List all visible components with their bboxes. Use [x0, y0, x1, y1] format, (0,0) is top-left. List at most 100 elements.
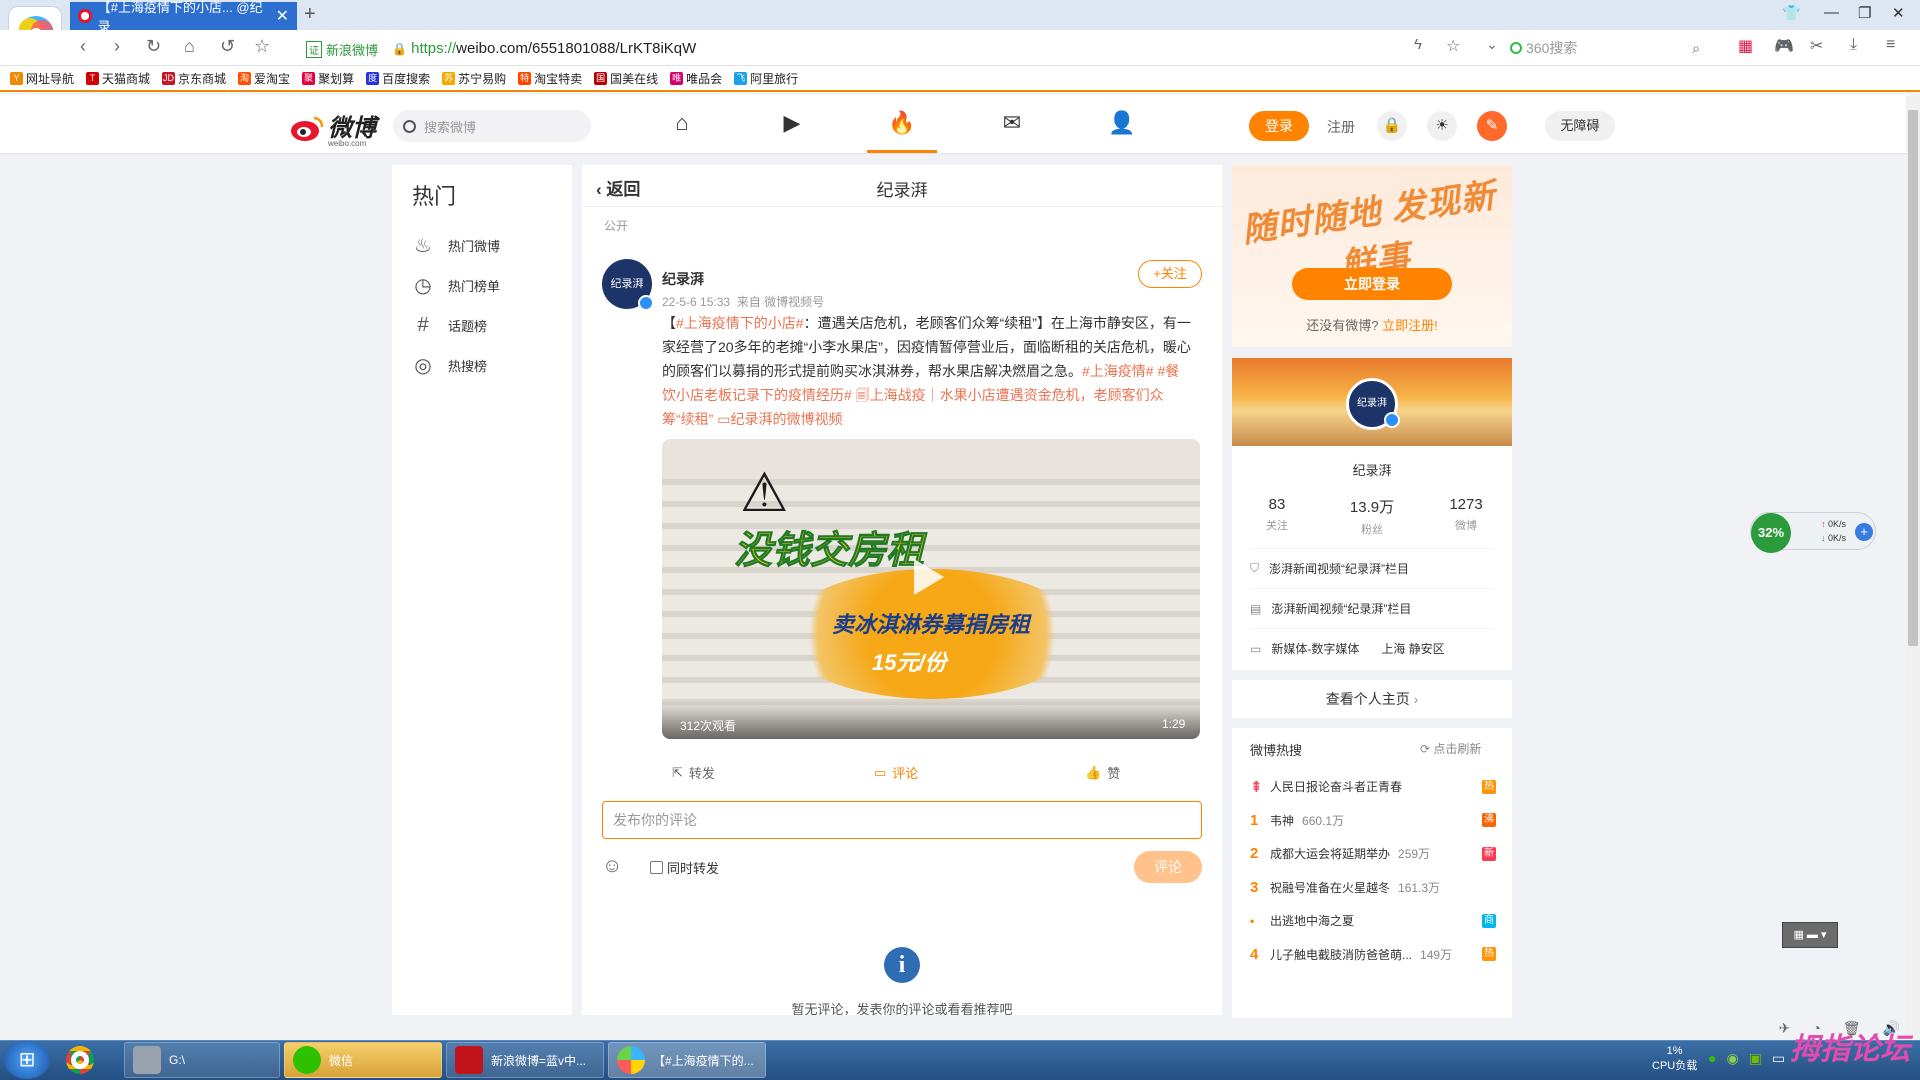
network-monitor-widget[interactable]: 32% ↑ 0K/s ↓ 0K/s +	[1750, 512, 1876, 553]
nav-home-icon[interactable]: ⌂	[664, 110, 700, 140]
close-window-icon[interactable]: ✕	[1892, 4, 1905, 22]
post-link[interactable]: #上海疫情下的小店#	[676, 315, 804, 331]
menu-icon[interactable]: ≡	[1886, 36, 1895, 54]
bookmark-item[interactable]: 苏苏宁易购	[442, 70, 506, 87]
taskbar-item-wechat[interactable]: 微信	[284, 1042, 442, 1078]
repost-button[interactable]: ⇱ 转发	[672, 763, 715, 782]
forward-arrow-icon[interactable]: ›	[114, 36, 120, 57]
accessibility-button[interactable]: 无障碍	[1545, 111, 1615, 141]
bookmark-item[interactable]: 飞阿里旅行	[734, 70, 798, 87]
taskbar-item-browser[interactable]: 【#上海疫情下的...	[608, 1042, 766, 1078]
emoji-icon[interactable]: ☺	[602, 855, 622, 878]
taskbar-item-explorer[interactable]: G:\	[124, 1042, 280, 1078]
refresh-button[interactable]: ⟳ 点击刷新	[1420, 740, 1481, 757]
nav-video-icon[interactable]: ▶	[774, 110, 810, 140]
apps-grid-icon[interactable]: ▦	[1738, 36, 1753, 56]
register-now-link[interactable]: 立即注册!	[1382, 318, 1438, 333]
lightning-icon[interactable]: ϟ	[1414, 36, 1422, 53]
also-repost-checkbox[interactable]: 同时转发	[650, 858, 719, 877]
shirt-skin-icon[interactable]: 👕	[1782, 4, 1801, 22]
login-button[interactable]: 登录	[1249, 111, 1309, 141]
360-tray-icon[interactable]: ◉	[1726, 1050, 1738, 1067]
back-arrow-icon[interactable]: ‹	[80, 36, 86, 57]
bookmark-item[interactable]: 度百度搜索	[366, 70, 430, 87]
stat-value: 1273	[1449, 496, 1483, 513]
scissors-icon[interactable]: ✂	[1810, 36, 1823, 56]
minimize-icon[interactable]: —	[1824, 4, 1839, 21]
keyboard-icon[interactable]: ▦ ▬ ▾	[1782, 922, 1838, 948]
bookmark-item[interactable]: 聚聚划算	[302, 70, 354, 87]
plus-icon[interactable]: +	[1855, 523, 1873, 541]
left-nav-item-hot-lists[interactable]: ◷ 热门榜单	[392, 265, 572, 305]
author-name[interactable]: 纪录湃	[662, 269, 704, 289]
magnifier-icon[interactable]: ⌕	[1692, 40, 1700, 57]
scrollbar-thumb[interactable]	[1908, 110, 1918, 646]
bookmark-item[interactable]: 国国美在线	[594, 70, 658, 87]
compose-icon[interactable]: ✎	[1477, 111, 1507, 141]
network-icon[interactable]: ▭	[1772, 1050, 1785, 1067]
game-icon[interactable]: 🎮	[1774, 36, 1794, 56]
weibo-eye-icon	[291, 116, 324, 141]
comment-input[interactable]: 发布你的评论	[602, 801, 1202, 839]
taskbar-item-chrome[interactable]	[58, 1042, 120, 1078]
bookmark-star-icon[interactable]: ☆	[1446, 36, 1460, 56]
follow-button[interactable]: +关注	[1138, 260, 1202, 288]
brightness-icon[interactable]: ☀	[1427, 111, 1457, 141]
restore-icon[interactable]: ❐	[1858, 4, 1871, 22]
bookmark-favicon-icon: 唯	[670, 71, 684, 85]
login-now-button[interactable]: 立即登录	[1292, 268, 1452, 300]
wechat-tray-icon[interactable]: ●	[1708, 1050, 1716, 1067]
search-circle-icon: ◎	[414, 354, 432, 377]
register-link[interactable]: 注册	[1327, 117, 1355, 137]
nav-message-icon[interactable]: ✉	[994, 110, 1030, 140]
taskbar-item-weibo-app[interactable]: 新浪微博=蓝v中...	[446, 1042, 604, 1078]
site-identity[interactable]: 证 新浪微博	[306, 40, 378, 59]
video-player[interactable]: ⚠ 没钱交房租 卖冰淇淋券募捐房租 15元/份 312次观看 1:29	[662, 439, 1200, 739]
bookmark-item[interactable]: 淘爱淘宝	[238, 70, 290, 87]
taskbar-label: 新浪微博=蓝v中...	[491, 1053, 587, 1068]
comment-button[interactable]: ▭ 评论	[874, 763, 918, 782]
left-nav-item-topics[interactable]: # 话题榜	[392, 305, 572, 345]
start-button-icon[interactable]: ⊞	[4, 1041, 50, 1079]
stat-posts[interactable]: 1273 微博	[1426, 496, 1506, 533]
nav-hot-flame-icon[interactable]: 🔥	[884, 110, 920, 140]
stat-following[interactable]: 83 关注	[1237, 496, 1317, 533]
weibo-search-input[interactable]: 搜索微博	[393, 110, 591, 142]
rocket-icon[interactable]: ✈	[1779, 1020, 1791, 1037]
bookmark-item[interactable]: 唯唯品会	[670, 70, 722, 87]
checkbox-box[interactable]	[650, 861, 663, 874]
home-icon[interactable]: ⌂	[184, 36, 195, 57]
lock-robot-icon[interactable]: 🔒	[1377, 111, 1407, 141]
browser-search-input[interactable]: 360搜索 ⌕	[1510, 36, 1700, 60]
submit-comment-button[interactable]: 评论	[1134, 851, 1202, 883]
undo-icon[interactable]: ↺	[220, 36, 235, 57]
profile-name[interactable]: 纪录湃	[1232, 460, 1512, 479]
nav-profile-icon[interactable]: 👤	[1104, 110, 1140, 140]
reload-icon[interactable]: ↻	[146, 36, 161, 57]
new-tab-button[interactable]: +	[304, 3, 316, 26]
bookmark-item[interactable]: JD 京东商城	[162, 70, 226, 87]
nvidia-icon[interactable]: ▣	[1749, 1050, 1762, 1067]
chevron-down-icon[interactable]: ⌄	[1486, 36, 1498, 53]
post-link[interactable]: #上海疫情#	[1082, 363, 1154, 379]
url-path: weibo.com/6551801088/LrKT8iKqW	[456, 40, 697, 57]
cpu-load-indicator[interactable]: 1% CPU负载	[1652, 1044, 1697, 1074]
tab-close-icon[interactable]: ✕	[276, 6, 289, 26]
bookmark-item[interactable]: Y 网址导航	[10, 70, 74, 87]
download-icon[interactable]: ⤓	[1850, 36, 1857, 54]
post-time[interactable]: 22-5-6 15:33	[662, 295, 730, 309]
left-nav-item-hot-weibo[interactable]: ♨ 热门微博	[392, 225, 572, 265]
star-icon[interactable]: ☆	[254, 36, 270, 57]
browser-tab-active[interactable]: 【#上海疫情下的小店... @纪录 ✕	[70, 0, 297, 34]
hot-search-item[interactable]: 4 儿子触电截肢消防爸爸萌... 149万 热	[1250, 934, 1496, 975]
bookmark-item[interactable]: T 天猫商城	[86, 70, 150, 87]
like-button[interactable]: 👍 赞	[1085, 763, 1120, 782]
weibo-logo[interactable]: 微博 weibo.com	[290, 108, 376, 148]
play-icon[interactable]	[914, 559, 944, 595]
view-profile-link[interactable]: 查看个人主页 ›	[1232, 680, 1512, 718]
post-link[interactable]: ▭纪录湃的微博视频	[713, 411, 842, 427]
address-bar[interactable]: 🔒 https://weibo.com/6551801088/LrKT8iKqW	[392, 40, 696, 57]
left-nav-item-hot-search[interactable]: ◎ 热搜榜	[392, 345, 572, 385]
bookmark-item[interactable]: 特淘宝特卖	[518, 70, 582, 87]
stat-followers[interactable]: 13.9万 粉丝	[1332, 496, 1412, 537]
